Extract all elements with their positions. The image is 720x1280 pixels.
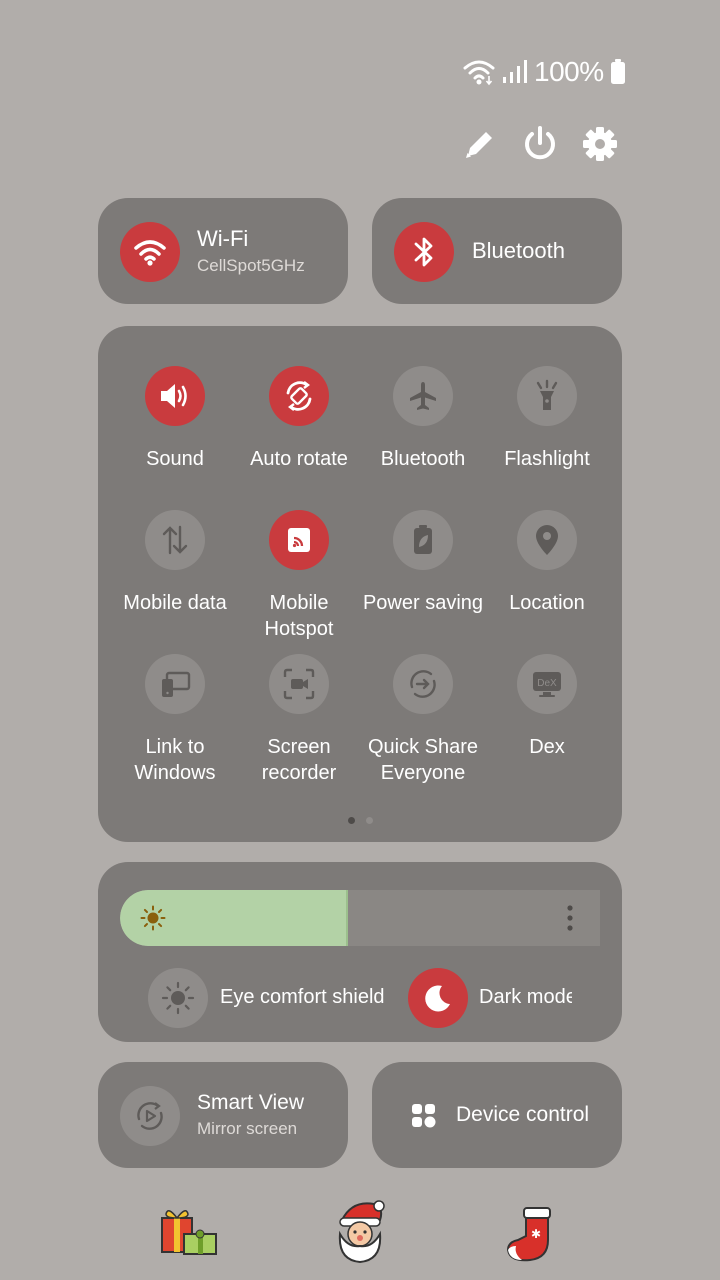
tile-power-saving[interactable]: Power saving bbox=[361, 510, 485, 616]
tile-flashlight-label: Flashlight bbox=[504, 448, 590, 470]
wifi-toggle-card[interactable]: Wi-Fi CellSpot5GHz bbox=[98, 198, 348, 304]
eye-comfort-icon bbox=[161, 981, 195, 1015]
battery-leaf-icon bbox=[414, 525, 432, 554]
tile-sound-label: Sound bbox=[146, 448, 204, 470]
svg-text:✱: ✱ bbox=[531, 1227, 541, 1241]
page-indicator-active bbox=[348, 817, 355, 824]
tile-power-saving-button[interactable] bbox=[393, 510, 453, 570]
bluetooth-title: Bluetooth bbox=[472, 238, 565, 263]
tile-dex[interactable]: DeX Dex bbox=[485, 654, 609, 760]
tile-mobile-hotspot[interactable]: Mobile Hotspot bbox=[237, 510, 361, 642]
smart-view-button[interactable] bbox=[120, 1086, 180, 1146]
pencil-icon bbox=[466, 132, 492, 158]
moon-icon bbox=[425, 985, 450, 1012]
tile-mobile-data[interactable]: Mobile data bbox=[113, 510, 237, 616]
device-control-icon bbox=[412, 1104, 436, 1128]
tile-quick-share-button[interactable] bbox=[393, 654, 453, 714]
tile-location-label: Location bbox=[509, 592, 585, 614]
smart-view-card[interactable]: Smart View Mirror screen bbox=[98, 1062, 348, 1168]
tile-airplane-label: Bluetooth bbox=[380, 448, 466, 470]
brightness-more-options-button[interactable] bbox=[560, 904, 580, 932]
tile-screen-recorder[interactable]: Screen recorder bbox=[237, 654, 361, 786]
power-button[interactable] bbox=[520, 124, 560, 164]
gear-icon bbox=[583, 127, 617, 161]
wifi-status-icon bbox=[463, 60, 495, 86]
tile-mobile-hotspot-label: Mobile Hotspot bbox=[264, 592, 334, 640]
location-pin-icon bbox=[536, 525, 558, 555]
signal-icon bbox=[503, 60, 527, 83]
tile-sound-button[interactable] bbox=[145, 366, 205, 426]
dark-mode-label: Dark mode bbox=[479, 986, 572, 1008]
tile-link-to-windows-label: Link to Windows bbox=[134, 736, 216, 784]
link-windows-icon bbox=[162, 671, 191, 697]
wifi-title: Wi-Fi bbox=[197, 226, 249, 251]
rotate-icon bbox=[286, 381, 312, 411]
airplane-icon bbox=[410, 382, 436, 410]
tile-power-saving-label: Power saving bbox=[362, 592, 484, 614]
tile-quick-share-label: Quick Share Everyone bbox=[367, 736, 479, 784]
more-vertical-icon bbox=[567, 905, 573, 931]
tile-mobile-hotspot-button[interactable] bbox=[269, 510, 329, 570]
tile-dex-button[interactable]: DeX bbox=[517, 654, 577, 714]
tile-link-to-windows[interactable]: Link to Windows bbox=[113, 654, 237, 786]
wifi-toggle-button[interactable] bbox=[120, 222, 180, 282]
battery-percent: 100% bbox=[534, 56, 604, 87]
battery-icon bbox=[610, 59, 625, 84]
tile-sound[interactable]: Sound bbox=[113, 366, 237, 472]
dex-icon: DeX bbox=[533, 672, 561, 697]
stocking-sticker: ✱ bbox=[506, 1207, 551, 1262]
device-control-title: Device control bbox=[456, 1103, 590, 1126]
wifi-icon bbox=[134, 240, 166, 266]
brightness-slider[interactable] bbox=[120, 890, 600, 946]
edit-button[interactable] bbox=[460, 124, 500, 164]
device-control-card[interactable]: Device control bbox=[372, 1062, 622, 1168]
bluetooth-toggle-card[interactable]: Bluetooth bbox=[372, 198, 622, 304]
status-bar: 100% bbox=[462, 54, 626, 90]
tile-airplane-button[interactable] bbox=[393, 366, 453, 426]
hotspot-icon bbox=[288, 528, 310, 552]
settings-button[interactable] bbox=[580, 124, 620, 164]
santa-sticker bbox=[338, 1200, 385, 1264]
tile-auto-rotate-label: Auto rotate bbox=[250, 448, 348, 470]
gift-sticker bbox=[161, 1210, 217, 1255]
svg-text:DeX: DeX bbox=[537, 678, 557, 689]
tile-link-to-windows-button[interactable] bbox=[145, 654, 205, 714]
brightness-sun-icon bbox=[140, 905, 166, 931]
smart-view-subtitle: Mirror screen bbox=[197, 1119, 298, 1138]
tile-dex-label: Dex bbox=[529, 736, 565, 758]
tile-mobile-data-button[interactable] bbox=[145, 510, 205, 570]
speaker-icon bbox=[161, 384, 187, 408]
tile-flashlight[interactable]: Flashlight bbox=[485, 366, 609, 472]
wifi-network-name: CellSpot5GHz bbox=[197, 256, 305, 275]
power-icon bbox=[525, 126, 555, 160]
tile-screen-recorder-label: Screen recorder bbox=[261, 736, 337, 784]
eye-comfort-button[interactable] bbox=[148, 968, 208, 1028]
tile-auto-rotate-button[interactable] bbox=[269, 366, 329, 426]
screen-recorder-icon bbox=[283, 668, 315, 700]
flashlight-icon bbox=[536, 379, 558, 410]
tile-screen-recorder-button[interactable] bbox=[269, 654, 329, 714]
tile-quick-share[interactable]: Quick Share Everyone bbox=[361, 654, 485, 786]
tile-location[interactable]: Location bbox=[485, 510, 609, 616]
tile-flashlight-button[interactable] bbox=[517, 366, 577, 426]
quick-share-icon bbox=[410, 670, 436, 698]
tile-location-button[interactable] bbox=[517, 510, 577, 570]
data-arrows-icon bbox=[162, 525, 188, 555]
tile-airplane-mode[interactable]: Bluetooth bbox=[361, 366, 485, 472]
dark-mode-button[interactable] bbox=[408, 968, 468, 1028]
smart-view-icon bbox=[137, 1102, 163, 1130]
bluetooth-icon bbox=[414, 237, 433, 267]
smart-view-title: Smart View bbox=[197, 1091, 304, 1114]
page-indicator-inactive[interactable] bbox=[366, 817, 373, 824]
tile-mobile-data-label: Mobile data bbox=[123, 592, 227, 614]
quick-settings-panel: Sound Auto rotate Bluetooth Flashlight M… bbox=[98, 326, 622, 842]
bluetooth-toggle-button[interactable] bbox=[394, 222, 454, 282]
tile-auto-rotate[interactable]: Auto rotate bbox=[237, 366, 361, 472]
eye-comfort-label: Eye comfort shield bbox=[220, 986, 385, 1008]
